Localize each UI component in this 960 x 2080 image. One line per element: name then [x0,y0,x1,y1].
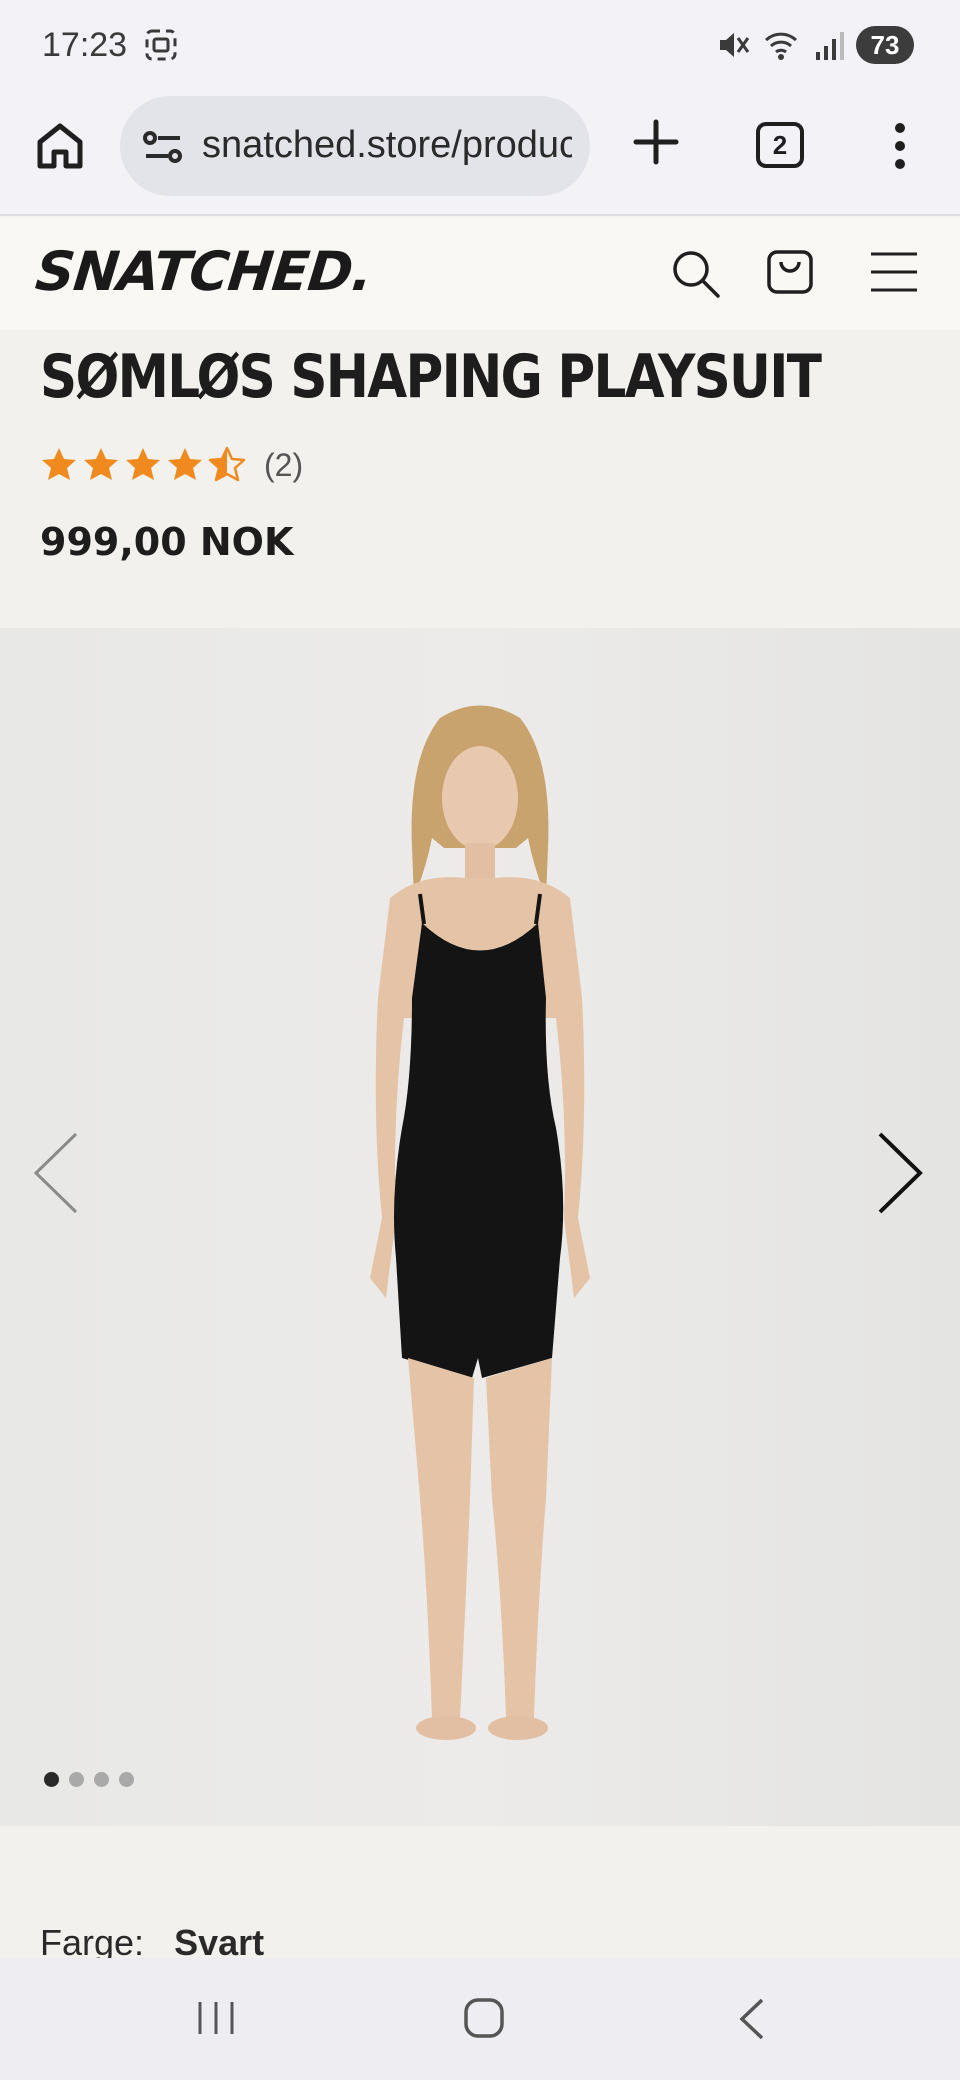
product-price: 999,00 NOK [40,520,294,564]
star-icon [168,448,202,480]
half-star-icon [208,446,246,482]
gallery-pagination[interactable] [44,1772,134,1787]
next-image-arrow-icon[interactable] [872,1128,928,1218]
star-icon [84,448,118,480]
home-icon[interactable] [34,120,86,172]
cart-icon[interactable] [764,246,816,298]
color-selector: Farge: Svart [0,1826,960,1958]
back-icon[interactable] [736,1996,768,2042]
product-title: SØMLØS SHAPING PLAYSUIT [40,342,822,412]
logo-text: SNATCHED [32,240,356,303]
screenshot-icon [145,29,177,61]
site-header: SNATCHED. [0,218,960,330]
status-bar: 17:23 73 [0,0,960,92]
product-info: SØMLØS SHAPING PLAYSUIT (2) 999,00 NOK [0,330,960,628]
star-icon [42,448,76,480]
wifi-icon [764,32,798,60]
battery-indicator: 73 [856,26,914,64]
recent-apps-icon[interactable] [194,1998,238,2038]
menu-icon[interactable] [868,248,920,296]
mute-icon [720,33,750,57]
home-button-icon[interactable] [462,1996,506,2040]
previous-image-arrow-icon[interactable] [28,1128,84,1218]
search-icon[interactable] [668,246,724,302]
site-settings-icon[interactable] [142,128,184,166]
product-image-gallery[interactable] [0,628,960,1826]
product-rating[interactable]: (2) [40,446,303,484]
gallery-dot[interactable] [69,1772,84,1787]
color-row: Farge: Svart [40,1922,264,1958]
tab-switcher-button[interactable]: 2 [756,122,804,168]
gallery-dot[interactable] [94,1772,109,1787]
color-value: Svart [174,1922,265,1958]
url-text[interactable]: snatched.store/products/somlos-shaping-p… [202,124,572,167]
color-label: Farge: [40,1922,145,1958]
gallery-dot[interactable] [44,1772,59,1787]
gallery-dot[interactable] [119,1772,134,1787]
signal-icon [816,32,844,60]
system-navigation-bar [0,1958,960,2080]
site-logo[interactable]: SNATCHED. [33,240,375,303]
address-bar[interactable]: snatched.store/products/somlos-shaping-p… [120,96,590,196]
browser-toolbar: snatched.store/products/somlos-shaping-p… [0,92,960,216]
status-time: 17:23 [42,26,128,64]
status-icons: 73 [716,24,914,66]
review-count[interactable]: (2) [264,447,303,484]
more-options-icon[interactable] [880,118,920,174]
product-photo [370,705,590,1740]
star-icon [126,448,160,480]
new-tab-icon[interactable] [628,114,684,170]
